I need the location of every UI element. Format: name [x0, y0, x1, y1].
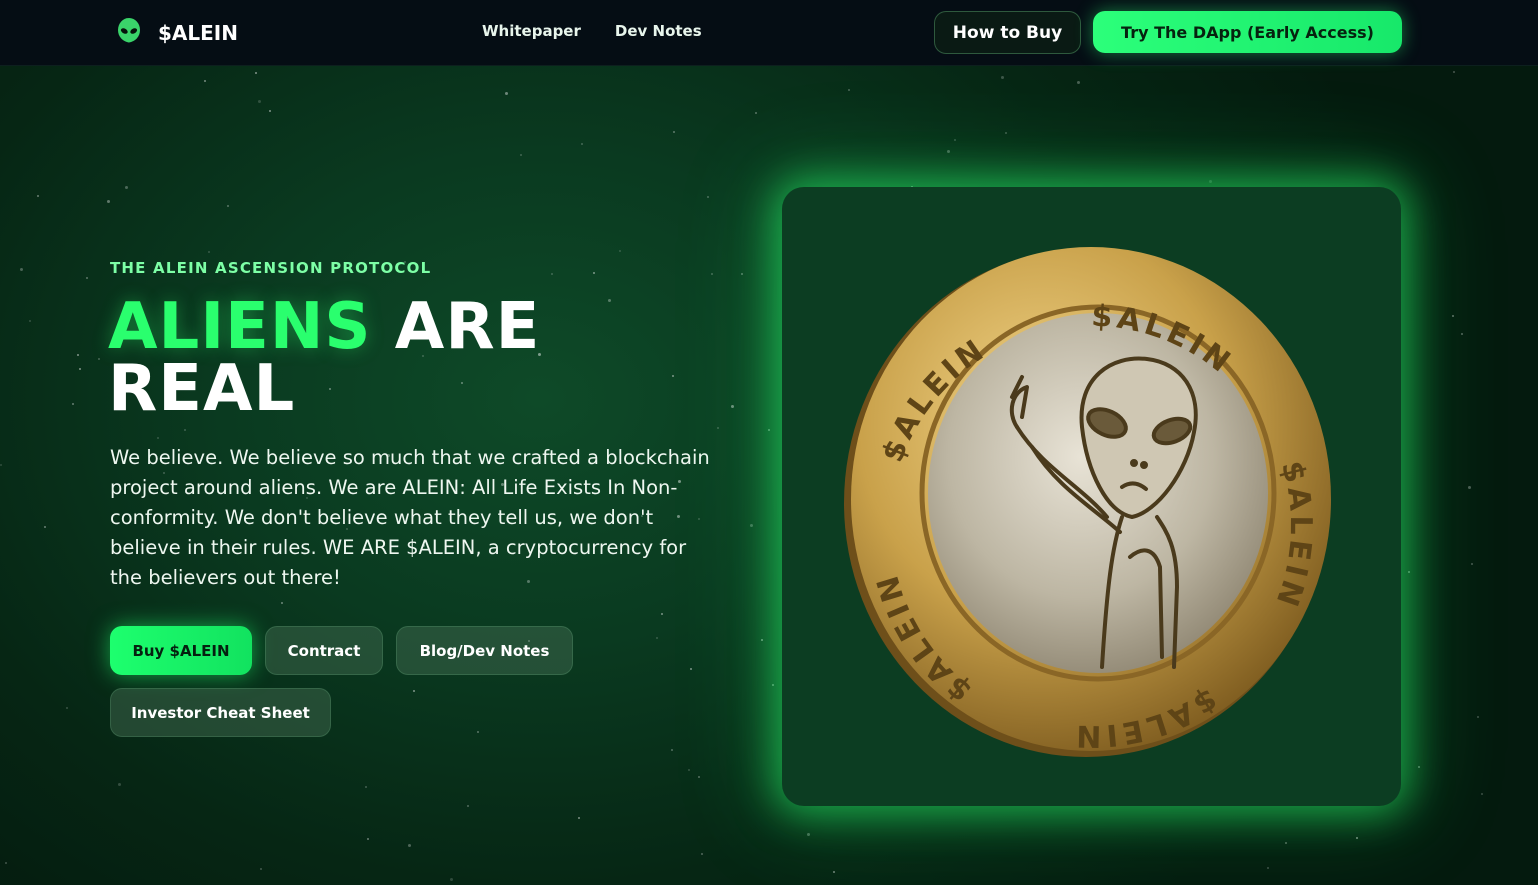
star: [768, 429, 770, 431]
star: [661, 613, 663, 615]
star: [1077, 81, 1080, 84]
star: [408, 844, 411, 847]
nav-links: Whitepaper Dev Notes: [482, 22, 702, 40]
star: [1452, 315, 1454, 317]
top-navbar: $ALEIN Whitepaper Dev Notes How to Buy T…: [0, 0, 1538, 66]
star: [44, 526, 46, 528]
star: [755, 112, 757, 114]
star: [833, 871, 835, 873]
star: [281, 602, 283, 604]
star: [1209, 180, 1212, 183]
star: [731, 405, 734, 408]
star: [551, 273, 553, 275]
star: [1408, 571, 1410, 573]
star: [37, 195, 39, 197]
star: [593, 272, 595, 274]
brand[interactable]: $ALEIN: [116, 18, 238, 48]
star: [673, 131, 675, 133]
star: [1005, 132, 1007, 134]
buy-alein-button[interactable]: Buy $ALEIN: [110, 626, 252, 675]
star: [258, 100, 261, 103]
star: [578, 817, 580, 819]
star: [671, 749, 673, 751]
star: [269, 110, 271, 112]
nav-link-dev-notes[interactable]: Dev Notes: [615, 22, 702, 40]
star: [1001, 76, 1004, 79]
star: [107, 200, 110, 203]
star: [255, 72, 257, 74]
star: [125, 186, 128, 189]
star: [184, 429, 186, 431]
star: [505, 92, 508, 95]
star: [367, 838, 369, 840]
star: [1481, 793, 1483, 795]
star: [761, 639, 763, 641]
star: [467, 805, 469, 807]
star: [204, 80, 206, 82]
star: [20, 268, 23, 271]
star: [1461, 333, 1463, 335]
star: [672, 375, 674, 377]
star: [29, 320, 31, 322]
star: [690, 668, 692, 670]
investor-cheat-sheet-button[interactable]: Investor Cheat Sheet: [110, 688, 331, 737]
hero-eyebrow: THE ALEIN ASCENSION PROTOCOL: [110, 259, 432, 277]
star: [1267, 867, 1269, 869]
alein-coin-image: $ALEIN $ALEIN $ALEIN $ALEIN $ALEIN: [844, 247, 1331, 757]
star: [413, 690, 415, 692]
star: [79, 368, 81, 370]
star: [772, 684, 774, 686]
star: [118, 783, 121, 786]
nav-link-whitepaper[interactable]: Whitepaper: [482, 22, 581, 40]
star: [5, 862, 7, 864]
star: [688, 769, 690, 771]
star: [1453, 71, 1455, 73]
star: [450, 878, 453, 881]
hero-description: We believe. We believe so much that we c…: [110, 446, 710, 589]
hero-headline: ALIENS ARE REAL: [108, 295, 628, 421]
coin-card: $ALEIN $ALEIN $ALEIN $ALEIN $ALEIN: [782, 187, 1401, 806]
star: [619, 250, 621, 252]
contract-button[interactable]: Contract: [265, 626, 383, 675]
star: [656, 637, 658, 639]
star: [208, 251, 210, 253]
star: [77, 354, 79, 356]
star: [741, 273, 743, 275]
star: [711, 273, 713, 275]
star: [260, 868, 262, 870]
star: [365, 786, 367, 788]
star: [86, 277, 88, 279]
star: [72, 403, 74, 405]
star: [1477, 716, 1479, 718]
star: [1285, 842, 1287, 844]
star: [717, 427, 719, 429]
star: [701, 853, 703, 855]
star: [1471, 563, 1473, 565]
blog-dev-notes-button[interactable]: Blog/Dev Notes: [396, 626, 573, 675]
star: [66, 707, 68, 709]
star: [1468, 486, 1471, 489]
brand-name: $ALEIN: [158, 21, 238, 45]
star: [581, 143, 583, 145]
star: [954, 139, 956, 141]
try-dapp-button[interactable]: Try The DApp (Early Access): [1093, 11, 1402, 53]
how-to-buy-button[interactable]: How to Buy: [934, 11, 1081, 54]
alien-head-icon: [118, 18, 140, 43]
star: [707, 196, 709, 198]
star: [98, 358, 100, 360]
star: [477, 731, 479, 733]
star: [750, 524, 753, 527]
star: [1356, 837, 1358, 839]
star: [0, 464, 2, 466]
star: [1418, 766, 1420, 768]
star: [807, 833, 810, 836]
star: [157, 437, 159, 439]
star: [520, 154, 522, 156]
star: [227, 205, 229, 207]
star: [848, 89, 850, 91]
star: [947, 150, 950, 153]
star: [698, 776, 700, 778]
